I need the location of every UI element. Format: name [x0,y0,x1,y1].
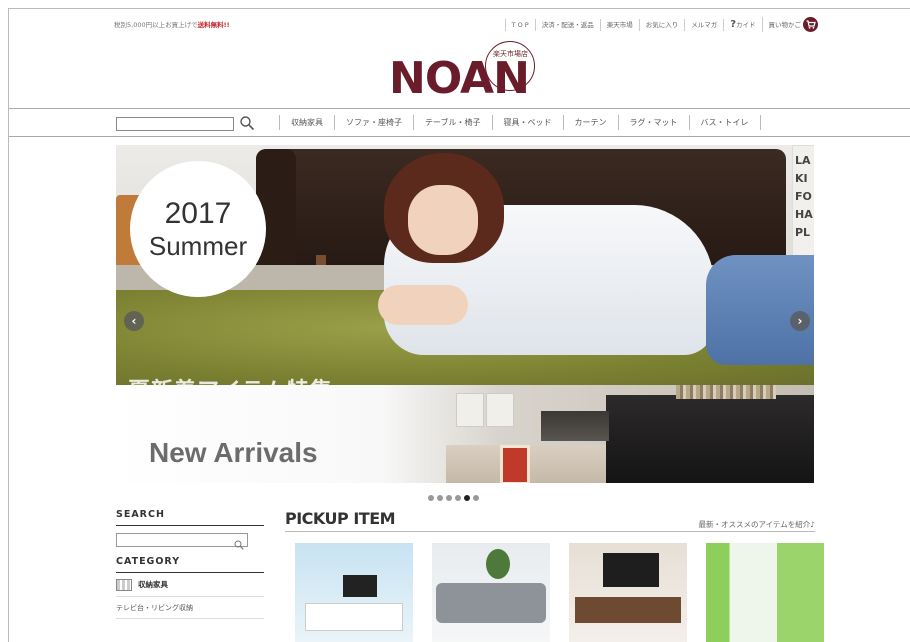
top-link-favorites[interactable]: お気に入り [638,18,685,31]
top-link-mailmag[interactable]: メルマガ [684,18,723,31]
banner-bookstack-image [541,411,609,441]
search-icon[interactable] [239,115,255,131]
nav-item-storage[interactable]: 収納家具 [279,115,334,130]
nav-item-curtain[interactable]: カーテン [562,115,618,130]
divider [285,531,815,532]
hero-model-jeans [706,255,814,365]
product-image-sofa [436,583,546,623]
guide-label: カイド [736,20,756,29]
banner-tvboard-image [606,395,814,483]
sidebar-search-heading: SEARCH [116,509,264,526]
nav-item-rug[interactable]: ラグ・マット [617,115,689,130]
top-link-cart[interactable]: 買い物かご [761,17,825,32]
sidebar-category-label: 収納家具 [138,580,168,589]
divider [9,136,910,137]
hero-model-arm [378,285,468,325]
top-link-guide[interactable]: ?カイド [723,18,761,31]
slider-dot[interactable] [437,495,443,501]
pickup-card-tvboard[interactable] [295,543,413,642]
top-link-payment[interactable]: 決済・配送・返品 [534,18,600,31]
product-image-tv [603,553,659,587]
nav-item-table[interactable]: テーブル・椅子 [413,115,492,130]
badge-year: 2017 [164,197,232,230]
logo-subtitle: 楽天市場店 [493,50,528,58]
nav-item-sofa[interactable]: ソファ・座椅子 [334,115,413,130]
pickup-card-sofa[interactable] [432,543,550,642]
pickup-subtitle: 最新・オススメのアイテムを紹介♪ [698,520,815,529]
nav-search-input[interactable] [116,117,234,131]
sidebar-search-input[interactable] [116,533,248,550]
pickup-card-lowboard[interactable] [569,543,687,642]
new-arrivals-title: New Arrivals [149,437,318,468]
sidebar-subcategory-tv[interactable]: テレビ台・リビング収納 [116,597,264,619]
banner-books-image [676,385,776,399]
slider-dot-active[interactable] [464,495,470,501]
top-link-top[interactable]: T O P [504,18,535,31]
nav-item-bath[interactable]: バス・トイレ [688,115,761,130]
pickup-cards [295,543,824,642]
product-image-board [575,597,681,623]
banner-box [486,393,514,427]
product-image-shelf [305,603,403,631]
cart-icon [803,17,818,32]
page-frame: 税別5,000円以上お買上げで送料無料!! T O P 決済・配送・返品 楽天市… [8,8,910,642]
logo-text: NOAN [389,53,530,104]
sidebar: SEARCH CATEGORY 収納家具 テレビ台・リビング収納 [116,509,264,619]
slider-dots [428,495,479,501]
shelf-icon [116,578,132,591]
promo-text: 税別5,000円以上お買上げで送料無料!! [114,19,230,29]
cart-label: 買い物かご [768,20,802,29]
top-link-rakuten[interactable]: 楽天市場 [599,18,639,31]
new-arrivals-banner[interactable]: New Arrivals [116,385,814,483]
badge-season: Summer [148,231,248,261]
banner-redbook-image [500,445,530,483]
pickup-card-curtain[interactable] [706,543,824,642]
slider-dot[interactable] [446,495,452,501]
top-links: T O P 決済・配送・返品 楽天市場 お気に入り メルマガ ?カイド 買い物か… [504,17,825,32]
hero-slider[interactable]: LA KI FO HA PL 2017 Summer ‹ › 夏新着アイテム特集… [116,145,814,483]
promo-prefix: 税別5,000円以上お買上げで [114,21,198,29]
banner-boxes-image [456,393,516,433]
nav-item-bed[interactable]: 寝具・ベッド [491,115,563,130]
hero-model-face [408,185,478,255]
season-badge: 2017 Summer [130,161,266,297]
top-bar: 税別5,000円以上お買上げで送料無料!! T O P 決済・配送・返品 楽天市… [114,17,824,35]
nav-items: 収納家具 ソファ・座椅子 テーブル・椅子 寝具・ベッド カーテン ラグ・マット … [279,115,761,130]
slider-dot[interactable] [428,495,434,501]
product-image-tv [343,575,377,597]
product-image-plant [486,549,510,579]
main-nav: 収納家具 ソファ・座椅子 テーブル・椅子 寝具・ベッド カーテン ラグ・マット … [9,109,910,137]
slider-dot[interactable] [455,495,461,501]
logo[interactable]: NOAN 楽天市場店 [389,41,549,107]
sidebar-category-storage[interactable]: 収納家具 [116,573,264,597]
prev-slide-button[interactable]: ‹ [124,311,144,331]
next-slide-button[interactable]: › [790,311,810,331]
promo-highlight: 送料無料!! [197,21,230,29]
slider-dot[interactable] [473,495,479,501]
banner-box [456,393,484,427]
pickup-section: PICKUP ITEM 最新・オススメのアイテムを紹介♪ [285,509,824,642]
sidebar-category-heading: CATEGORY [116,556,264,573]
search-icon[interactable] [234,535,244,550]
